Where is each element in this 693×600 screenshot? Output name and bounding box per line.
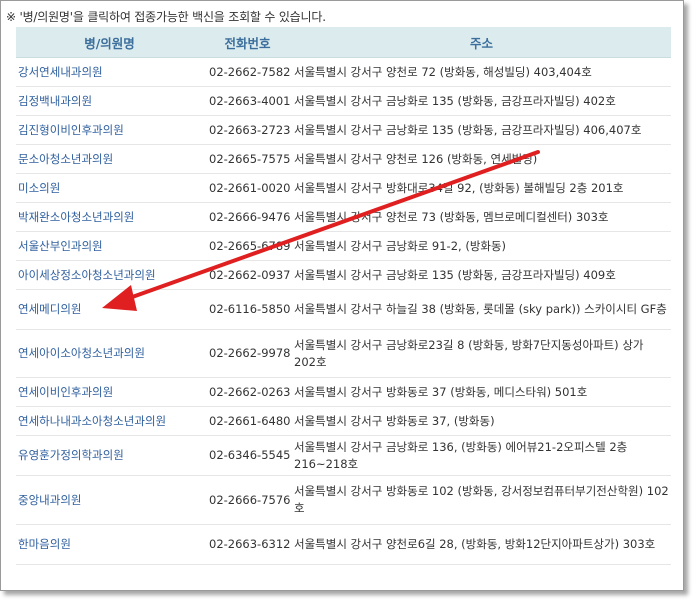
phone-cell: 02-2665-6789	[203, 231, 292, 261]
clinic-name-cell: 미소의원	[16, 173, 203, 203]
clinic-name-cell: 문소아청소년과의원	[16, 144, 203, 174]
phone-cell: 02-6116-5850	[203, 289, 292, 330]
address-cell: 서울특별시 강서구 방화대로34길 92, (방화동) 볼해빌딩 2층 201호	[292, 173, 671, 203]
clinic-name-cell: 유영훈가정의학과의원	[16, 435, 203, 476]
phone-cell: 02-2662-0263	[203, 377, 292, 407]
phone-cell: 02-2663-6312	[203, 524, 292, 565]
table-row: 문소아청소년과의원 02-2665-7575 서울특별시 강서구 양천로 126 (…	[16, 144, 671, 174]
table-row: 박재완소아청소년과의원 02-2666-9476 서울특별시 강서구 양천로 73 …	[16, 202, 671, 232]
address-cell: 서울특별시 강서구 양천로6길 28, (방화동, 방화12단지아파트상가) 3…	[292, 524, 671, 565]
clinic-name-cell: 연세아이소아청소년과의원	[16, 329, 203, 378]
clinic-name-cell: 연세이비인후과의원	[16, 377, 203, 407]
clinic-name-cell: 중앙내과의원	[16, 475, 203, 525]
address-cell: 서울특별시 강서구 금낭화로23길 8 (방화동, 방화7단지동성아파트) 상가…	[292, 329, 671, 378]
clinic-name-cell: 박재완소아청소년과의원	[16, 202, 203, 232]
header-name[interactable]: 병/의원명	[16, 27, 203, 58]
header-address: 주소	[292, 27, 671, 58]
address-cell: 서울특별시 강서구 하늘길 38 (방화동, 롯데몰 (sky park)) 스…	[292, 289, 671, 330]
clinic-name-link[interactable]: 문소아청소년과의원	[18, 152, 113, 166]
address-cell: 서울특별시 강서구 금낭화로 91-2, (방화동)	[292, 231, 671, 261]
table-row: 김정백내과의원 02-2663-4001 서울특별시 강서구 금낭화로 135 (방…	[16, 86, 671, 116]
phone-cell: 02-2663-4001	[203, 86, 292, 116]
table-row: 강서연세내과의원 02-2662-7582 서울특별시 강서구 양천로 72 (방화…	[16, 57, 671, 87]
clinic-name-cell: 연세메디의원	[16, 289, 203, 330]
phone-cell: 02-2662-0937	[203, 260, 292, 290]
phone-cell: 02-2661-6480	[203, 406, 292, 436]
address-cell: 서울특별시 강서구 양천로 126 (방화동, 연세빌딩)	[292, 144, 671, 174]
table-row: 유영훈가정의학과의원 02-6346-5545 서울특별시 강서구 금낭화로 136…	[16, 435, 671, 476]
address-cell: 서울특별시 강서구 양천로 72 (방화동, 해성빌딩) 403,404호	[292, 57, 671, 87]
address-cell: 서울특별시 강서구 방화동로 37, (방화동)	[292, 406, 671, 436]
clinic-name-cell: 아이세상정소아청소년과의원	[16, 260, 203, 290]
phone-cell: 02-2663-2723	[203, 115, 292, 145]
address-cell: 서울특별시 강서구 방화동로 37 (방화동, 메디스타워) 501호	[292, 377, 671, 407]
clinic-name-link[interactable]: 서울산부인과의원	[18, 239, 103, 253]
address-cell: 서울특별시 강서구 방화동로 102 (방화동, 강서정보컴퓨터부기전산학원) …	[292, 475, 671, 525]
address-cell: 서울특별시 강서구 금낭화로 136, (방화동) 에어뷰21-2오피스텔 2층…	[292, 435, 671, 476]
clinic-name-link[interactable]: 연세아이소아청소년과의원	[18, 346, 145, 360]
clinic-name-link[interactable]: 아이세상정소아청소년과의원	[18, 268, 156, 282]
clinic-name-cell: 한마음의원	[16, 524, 203, 565]
table-header-row: 병/의원명 전화번호 주소	[16, 27, 671, 58]
table-row: 연세하나내과소아청소년과의원 02-2661-6480 서울특별시 강서구 방화동로…	[16, 406, 671, 436]
notice-text: ※ '병/의원명'을 클릭하여 접종가능한 백신을 조회할 수 있습니다.	[6, 10, 326, 24]
table-body: 강서연세내과의원 02-2662-7582 서울특별시 강서구 양천로 72 (방화…	[16, 57, 671, 565]
clinic-name-link[interactable]: 미소의원	[18, 181, 60, 195]
table-row: 연세이비인후과의원 02-2662-0263 서울특별시 강서구 방화동로 37 (…	[16, 377, 671, 407]
header-phone: 전화번호	[203, 27, 292, 58]
page-frame: ※ '병/의원명'을 클릭하여 접종가능한 백신을 조회할 수 있습니다. 병/…	[0, 0, 684, 591]
phone-cell: 02-2665-7575	[203, 144, 292, 174]
clinic-name-link[interactable]: 중앙내과의원	[18, 493, 81, 507]
clinic-name-cell: 연세하나내과소아청소년과의원	[16, 406, 203, 436]
clinic-name-link[interactable]: 연세메디의원	[18, 302, 81, 316]
phone-cell: 02-2661-0020	[203, 173, 292, 203]
clinic-name-link[interactable]: 강서연세내과의원	[18, 65, 103, 79]
clinic-name-link[interactable]: 연세하나내과소아청소년과의원	[18, 414, 166, 428]
clinic-name-cell: 김진형이비인후과의원	[16, 115, 203, 145]
phone-cell: 02-2662-7582	[203, 57, 292, 87]
clinic-name-cell: 서울산부인과의원	[16, 231, 203, 261]
table-row: 미소의원 02-2661-0020 서울특별시 강서구 방화대로34길 92, (방…	[16, 173, 671, 203]
table-row: 중앙내과의원 02-2666-7576 서울특별시 강서구 방화동로 102 (방화…	[16, 475, 671, 525]
table-row: 한마음의원 02-2663-6312 서울특별시 강서구 양천로6길 28, (방화…	[16, 524, 671, 565]
clinic-name-link[interactable]: 김진형이비인후과의원	[18, 123, 124, 137]
clinic-name-link[interactable]: 김정백내과의원	[18, 94, 92, 108]
table-row: 아이세상정소아청소년과의원 02-2662-0937 서울특별시 강서구 금낭화로 …	[16, 260, 671, 290]
phone-cell: 02-2666-7576	[203, 475, 292, 525]
clinic-name-link[interactable]: 연세이비인후과의원	[18, 385, 113, 399]
table-row: 연세메디의원 02-6116-5850 서울특별시 강서구 하늘길 38 (방화동,…	[16, 289, 671, 330]
address-cell: 서울특별시 강서구 금낭화로 135 (방화동, 금강프라자빌딩) 402호	[292, 86, 671, 116]
phone-cell: 02-6346-5545	[203, 435, 292, 476]
clinic-table: 병/의원명 전화번호 주소 강서연세내과의원 02-2662-7582 서울특별시 …	[16, 27, 671, 565]
clinic-name-cell: 김정백내과의원	[16, 86, 203, 116]
clinic-name-link[interactable]: 유영훈가정의학과의원	[18, 448, 124, 462]
clinic-name-link[interactable]: 한마음의원	[18, 537, 71, 551]
address-cell: 서울특별시 강서구 양천로 73 (방화동, 멤브로메디컬센터) 303호	[292, 202, 671, 232]
clinic-name-link[interactable]: 박재완소아청소년과의원	[18, 210, 134, 224]
clinic-name-cell: 강서연세내과의원	[16, 57, 203, 87]
address-cell: 서울특별시 강서구 금낭화로 135 (방화동, 금강프라자빌딩) 406,40…	[292, 115, 671, 145]
address-cell: 서울특별시 강서구 금낭화로 135 (방화동, 금강프라자빌딩) 409호	[292, 260, 671, 290]
table-row: 서울산부인과의원 02-2665-6789 서울특별시 강서구 금낭화로 91-2,…	[16, 231, 671, 261]
phone-cell: 02-2662-9978	[203, 329, 292, 378]
table-row: 연세아이소아청소년과의원 02-2662-9978 서울특별시 강서구 금낭화로23…	[16, 329, 671, 378]
phone-cell: 02-2666-9476	[203, 202, 292, 232]
table-row: 김진형이비인후과의원 02-2663-2723 서울특별시 강서구 금낭화로 135…	[16, 115, 671, 145]
